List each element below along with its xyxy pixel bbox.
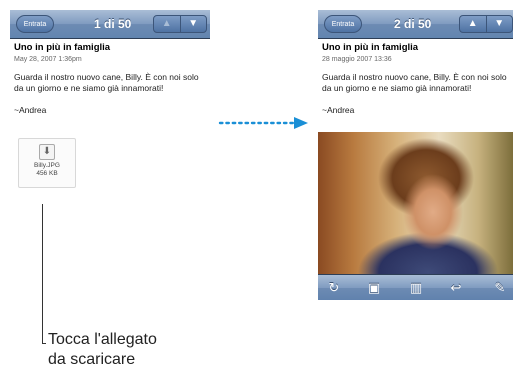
message-body: Guarda il nostro nuovo cane, Billy. È co… (322, 72, 507, 93)
transition-arrow-icon (218, 117, 308, 129)
previous-message-icon[interactable]: ▲ (460, 16, 486, 32)
right-mail-screen: Entrata 2 di 50 ▲ ▼ Uno in più in famigl… (318, 10, 513, 300)
message-content: Uno in più in famiglia 28 maggio 2007 13… (322, 42, 509, 116)
attachment-name: Billy.JPG (34, 162, 60, 169)
message-nav-arrows: ▲ ▼ (459, 15, 513, 33)
message-subject: Uno in più in famiglia (14, 42, 111, 53)
reply-icon[interactable]: ↩ (446, 278, 466, 298)
download-icon: ⬇ (39, 144, 55, 160)
mail-navbar: Entrata 1 di 50 ▲ ▼ (10, 10, 210, 39)
move-icon[interactable]: ▣ (364, 278, 384, 298)
message-counter: 1 di 50 (94, 17, 132, 31)
callout-line-1: Tocca l'allegato (48, 331, 157, 348)
callout-caption: Tocca l'allegato da scaricare (48, 330, 208, 370)
message-nav-arrows: ▲ ▼ (153, 15, 207, 33)
message-signature: ~Andrea (322, 105, 355, 115)
left-mail-screen: Entrata 1 di 50 ▲ ▼ Uno in più in famigl… (10, 10, 210, 236)
message-date: 28 maggio 2007 13:36 (322, 56, 392, 63)
message-subject: Uno in più in famiglia (322, 42, 419, 53)
refresh-icon[interactable]: ↻ (324, 278, 344, 298)
trash-icon[interactable]: ▥ (406, 278, 426, 298)
attached-photo[interactable] (318, 132, 513, 274)
inbox-back-button[interactable]: Entrata (324, 15, 362, 33)
previous-message-icon[interactable]: ▲ (154, 16, 180, 32)
message-body: Guarda il nostro nuovo cane, Billy. È co… (14, 72, 199, 93)
inbox-back-button[interactable]: Entrata (16, 15, 54, 33)
callout-line (42, 204, 43, 344)
attachment-size: 456 KB (36, 170, 58, 177)
message-counter: 2 di 50 (394, 17, 432, 31)
message-signature: ~Andrea (14, 105, 47, 115)
mail-toolbar: ↻ ▣ ▥ ↩ ✎ (318, 274, 513, 300)
callout-line-2: da scaricare (48, 351, 136, 368)
message-date: May 28, 2007 1:36pm (14, 56, 82, 63)
callout-tick (42, 343, 46, 344)
attachment-tile[interactable]: ⬇ Billy.JPG 456 KB (18, 138, 76, 188)
message-content: Uno in più in famiglia May 28, 2007 1:36… (14, 42, 206, 116)
next-message-icon[interactable]: ▼ (179, 16, 207, 32)
mail-navbar: Entrata 2 di 50 ▲ ▼ (318, 10, 513, 39)
compose-icon[interactable]: ✎ (490, 278, 510, 298)
next-message-icon[interactable]: ▼ (485, 16, 513, 32)
